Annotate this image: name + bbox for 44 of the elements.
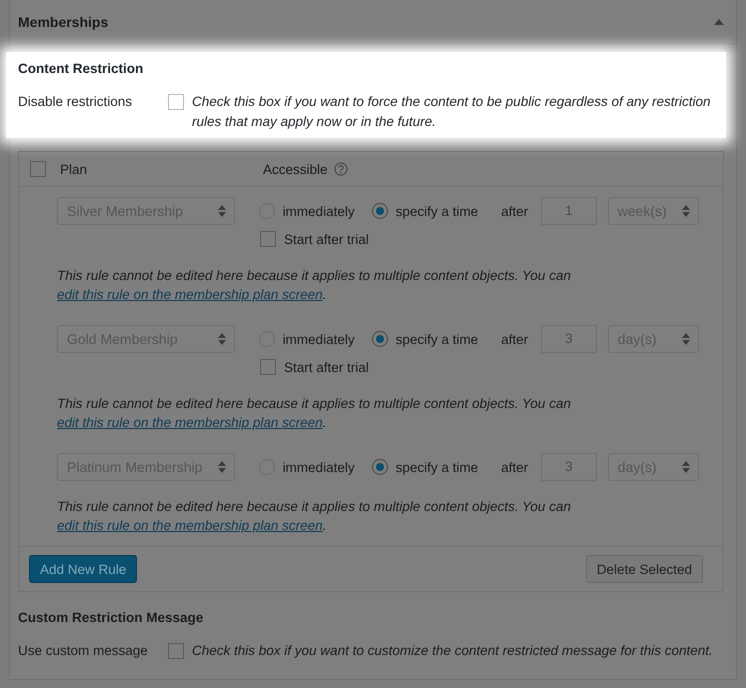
field-description: Check this box if you want to force the content to be public regardless of any restriction rules that may apply now or in the future. [192,93,712,131]
column-header: Accessible [263,162,328,176]
panel-title: Memberships [18,14,108,30]
radio-label: specify a time [396,332,478,346]
checkbox[interactable] [168,643,184,659]
edit-rule-link[interactable]: edit this rule on the membership plan screen [57,287,323,302]
after-label: after [501,204,528,218]
rule-note: This rule cannot be edited here because it applies to multiple content objects. You can edit this rule on the membership plan screen. [57,498,572,535]
delete-selected-button[interactable]: Delete Selected [586,555,703,583]
checkbox-label: Start after trial [284,360,369,374]
collapse-toggle-icon[interactable] [714,18,724,24]
radio-label: immediately [282,204,355,218]
add-rule-button[interactable]: Add New Rule [29,555,138,583]
edit-rule-link[interactable]: edit this rule on the membership plan screen [57,518,323,533]
after-label: after [501,332,528,346]
edit-rule-link[interactable]: edit this rule on the membership plan screen [57,415,323,430]
radio-label: specify a time [396,460,478,474]
field-label: Use custom message [18,642,149,660]
sort-arrows-icon [682,205,690,217]
checkbox[interactable] [260,359,276,375]
section-heading: Custom Restriction Message [18,610,204,625]
sort-arrows-icon [218,333,226,345]
sort-arrows-icon [218,205,226,217]
radio-button[interactable] [372,331,388,347]
radio-button[interactable] [372,203,388,219]
sort-arrows-icon [682,461,690,473]
after-label: after [501,460,528,474]
section-heading: Content Restriction [18,61,144,76]
rule-note: This rule cannot be edited here because it applies to multiple content objects. You can edit this rule on the membership plan screen. [57,267,572,304]
radio-label: immediately [282,460,355,474]
sort-arrows-icon [682,333,690,345]
help-icon[interactable] [334,162,348,176]
checkbox-label: Start after trial [284,232,369,246]
radio-label: immediately [282,332,355,346]
checkbox[interactable] [260,231,276,247]
checkbox[interactable] [30,161,46,177]
sort-arrows-icon [218,461,226,473]
checkbox[interactable] [168,94,184,110]
radio-label: specify a time [396,204,478,218]
field-label: Disable restrictions [18,93,134,111]
rule-note: This rule cannot be edited here because it applies to multiple content objects. You can edit this rule on the membership plan screen. [57,395,572,432]
field-description: Check this box if you want to customize the content restricted message for this content. [192,642,714,660]
radio-button[interactable] [372,459,388,475]
column-header: Plan [60,162,88,176]
